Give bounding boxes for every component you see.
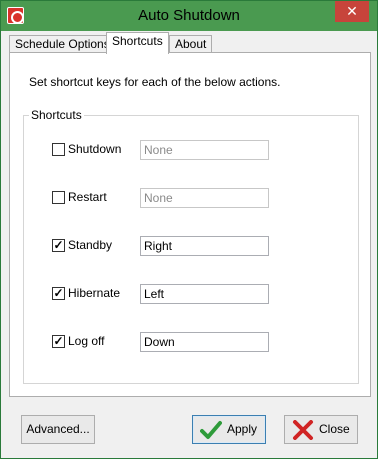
tab-schedule-options[interactable]: Schedule Options	[9, 35, 116, 53]
restart-label: Restart	[68, 190, 107, 204]
group-title: Shortcuts	[29, 108, 84, 122]
apply-label: Apply	[227, 422, 258, 436]
auto-shutdown-window: Auto Shutdown ✕ Schedule Options Shortcu…	[0, 0, 378, 459]
shutdown-checkbox[interactable]	[52, 143, 65, 156]
apply-button[interactable]: Apply	[192, 415, 266, 444]
log-off-label: Log off	[68, 334, 105, 348]
restart-shortcut-field[interactable]: None	[140, 188, 269, 208]
close-label: Close	[319, 422, 350, 436]
restart-checkbox[interactable]	[52, 191, 65, 204]
description-text: Set shortcut keys for each of the below …	[29, 75, 281, 89]
title-bar[interactable]: Auto Shutdown ✕	[1, 1, 377, 31]
hibernate-shortcut-field[interactable]: Left	[140, 284, 269, 304]
log-off-shortcut-field[interactable]: Down	[140, 332, 269, 352]
hibernate-checkbox[interactable]: ✓	[52, 287, 65, 300]
tab-about[interactable]: About	[169, 35, 213, 53]
advanced-button[interactable]: Advanced...	[21, 415, 95, 444]
close-button[interactable]: Close	[284, 415, 358, 444]
tab-shortcuts[interactable]: Shortcuts	[106, 32, 169, 54]
close-window-button[interactable]: ✕	[335, 1, 369, 22]
hibernate-label: Hibernate	[68, 286, 121, 300]
shortcuts-group: Shortcuts Shutdown None Restart None ✓ S…	[23, 108, 359, 384]
window-title: Auto Shutdown	[138, 7, 240, 24]
shutdown-label: Shutdown	[68, 142, 122, 156]
shutdown-shortcut-field[interactable]: None	[140, 140, 269, 160]
standby-shortcut-field[interactable]: Right	[140, 236, 269, 256]
standby-label: Standby	[68, 238, 113, 252]
shortcuts-panel: Set shortcut keys for each of the below …	[9, 52, 371, 397]
standby-checkbox[interactable]: ✓	[52, 239, 65, 252]
log-off-checkbox[interactable]: ✓	[52, 335, 65, 348]
cross-icon	[293, 420, 313, 440]
checkmark-icon	[200, 421, 222, 439]
